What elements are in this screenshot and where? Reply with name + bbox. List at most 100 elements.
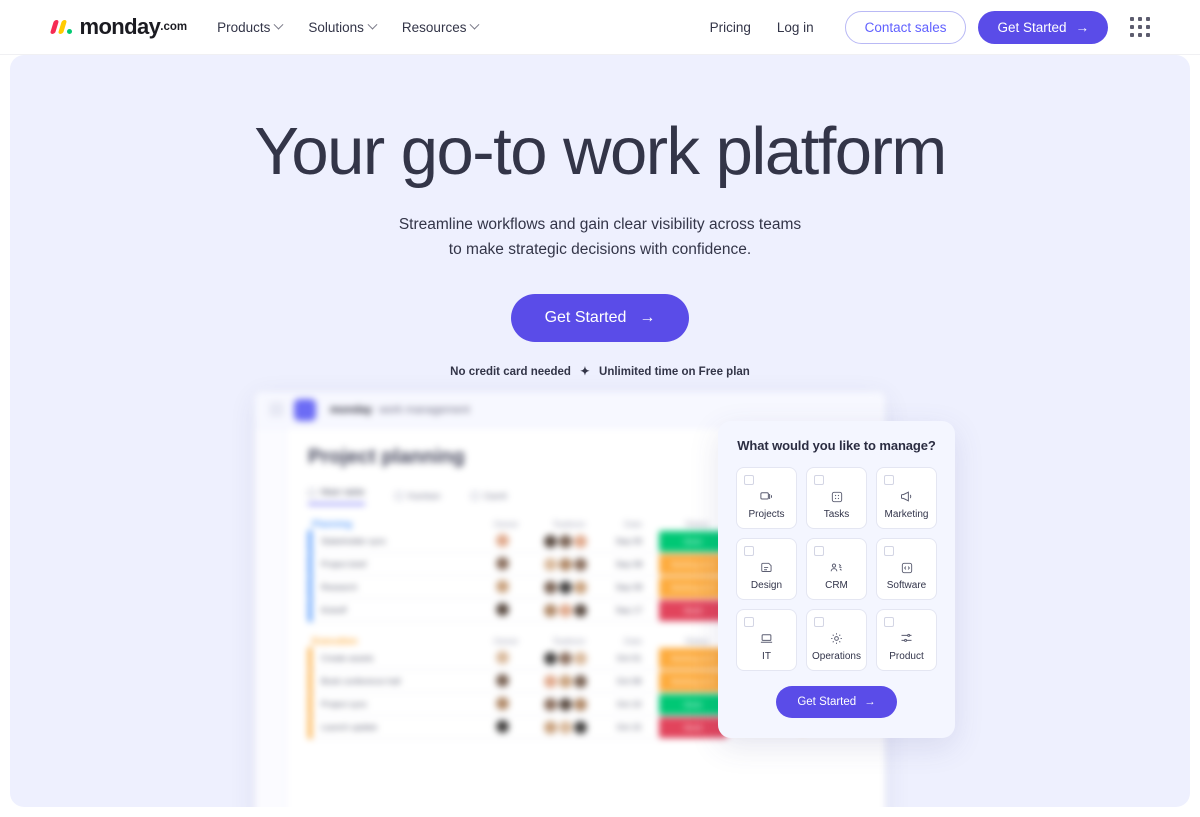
column-header: Date — [624, 636, 642, 646]
row-owner — [473, 556, 531, 572]
nav-item-resources[interactable]: Resources — [392, 14, 489, 41]
manage-option-marketing[interactable]: Marketing — [876, 467, 937, 529]
manage-option-product[interactable]: Product — [876, 609, 937, 671]
checkbox-product[interactable] — [884, 617, 894, 627]
checkbox-marketing[interactable] — [884, 475, 894, 485]
row-status: Stuck — [659, 716, 727, 738]
manage-card-get-started-button[interactable]: Get Started → — [776, 686, 897, 718]
hero-note-left: No credit card needed — [450, 365, 571, 378]
manage-option-software[interactable]: Software — [876, 538, 937, 600]
manage-card-title: What would you like to manage? — [737, 438, 936, 453]
row-date: Oct 01 — [616, 653, 642, 663]
row-team — [531, 580, 599, 594]
row-owner — [473, 696, 531, 712]
row-owner — [473, 650, 531, 666]
monday-logo[interactable]: monday .com — [49, 14, 188, 39]
table-icon — [308, 488, 316, 497]
gantt-icon — [470, 492, 479, 500]
manage-option-operations[interactable]: Operations — [806, 609, 867, 671]
note-pen-icon — [760, 561, 774, 575]
row-name: Launch update — [321, 722, 378, 732]
checkbox-tasks[interactable] — [814, 475, 824, 485]
pricing-link[interactable]: Pricing — [697, 14, 764, 41]
checkbox-crm[interactable] — [814, 546, 824, 556]
row-name: Kickoff — [321, 605, 347, 615]
row-status: Working on it — [659, 576, 727, 598]
column-header: Owner — [493, 636, 519, 646]
manage-options-grid: Projects Tasks Marketing Design CRM Software I… — [736, 467, 937, 671]
header-actions: Pricing Log in Contact sales Get Started… — [697, 10, 1150, 44]
row-owner — [473, 602, 531, 618]
checkbox-projects[interactable] — [744, 475, 754, 485]
board-tab-gantt: Gantt — [470, 487, 507, 505]
manage-option-label: CRM — [825, 580, 848, 591]
row-date: Sep 09 — [615, 582, 643, 592]
nav-label-solutions: Solutions — [308, 19, 364, 35]
arrow-right-icon: → — [1075, 19, 1090, 35]
row-name: Research — [321, 582, 358, 592]
board-tab-kanban: Kanban — [394, 487, 441, 505]
row-date: Sep 08 — [615, 559, 643, 569]
manage-card-cta-label: Get Started — [797, 696, 857, 708]
chevron-down-icon — [470, 19, 480, 30]
checkbox-it[interactable] — [744, 617, 754, 627]
row-team — [531, 534, 599, 548]
manage-option-crm[interactable]: CRM — [806, 538, 867, 600]
nav-label-resources: Resources — [401, 19, 467, 35]
sparkle-icon: ✦ — [580, 365, 590, 378]
menu-icon — [269, 402, 284, 417]
product-logo-icon — [294, 398, 316, 421]
row-owner — [473, 673, 531, 689]
product-brand: monday work management — [326, 404, 470, 416]
checkbox-design[interactable] — [744, 546, 754, 556]
column-header: Teatlorer — [552, 519, 586, 529]
hero-subtitle-line2: to make strategic decisions with confide… — [448, 241, 752, 259]
code-box-icon — [900, 561, 914, 575]
row-status: Working on it — [659, 647, 727, 669]
laptop-icon — [759, 631, 774, 646]
manage-option-it[interactable]: IT — [736, 609, 797, 671]
manage-option-design[interactable]: Design — [736, 538, 797, 600]
row-owner — [473, 579, 531, 595]
row-status: Stuck — [659, 599, 727, 621]
megaphone-icon — [899, 489, 914, 504]
hero-get-started-label: Get Started — [544, 308, 627, 326]
arrow-right-icon: → — [639, 308, 656, 326]
checkbox-software[interactable] — [884, 546, 894, 556]
apps-grid-icon[interactable] — [1130, 17, 1150, 37]
board-tab-main-table: Main table — [308, 487, 365, 505]
product-sidebar — [255, 428, 286, 807]
product-flow-icon — [899, 631, 914, 646]
row-date: Sep 17 — [615, 605, 643, 615]
row-team — [531, 720, 599, 734]
row-date: Sep 05 — [615, 536, 643, 546]
manage-option-label: Tasks — [823, 509, 850, 520]
chevron-down-icon — [273, 19, 284, 30]
hero-section: Your go-to work platform Streamline work… — [10, 55, 1190, 807]
nav-item-solutions[interactable]: Solutions — [298, 14, 386, 41]
nav-item-products[interactable]: Products — [207, 14, 292, 41]
group-name: Planning — [312, 519, 353, 530]
row-owner — [473, 719, 531, 735]
hero-note-right: Unlimited time on Free plan — [599, 365, 750, 378]
row-status: Done — [659, 530, 727, 552]
manage-option-tasks[interactable]: Tasks — [806, 467, 867, 529]
task-grid-icon — [830, 490, 844, 504]
row-date: Oct 15 — [616, 722, 642, 732]
manage-option-projects[interactable]: Projects — [736, 467, 797, 529]
checkbox-operations[interactable] — [814, 617, 824, 627]
hero-get-started-button[interactable]: Get Started → — [510, 293, 690, 342]
row-team — [531, 697, 599, 711]
manage-option-label: Marketing — [884, 509, 929, 520]
login-link[interactable]: Log in — [764, 14, 827, 41]
logo-suffix: .com — [160, 21, 188, 33]
row-team — [531, 603, 599, 617]
header-get-started-button[interactable]: Get Started → — [978, 10, 1108, 44]
arrow-right-icon: → — [864, 696, 876, 708]
page-title: Your go-to work platform — [254, 114, 947, 189]
row-team — [531, 557, 599, 571]
logo-text: monday — [79, 14, 161, 39]
contact-sales-button[interactable]: Contact sales — [844, 10, 967, 44]
hero-cta-container: Get Started → — [10, 293, 1190, 342]
row-status: Working on it — [659, 670, 727, 692]
